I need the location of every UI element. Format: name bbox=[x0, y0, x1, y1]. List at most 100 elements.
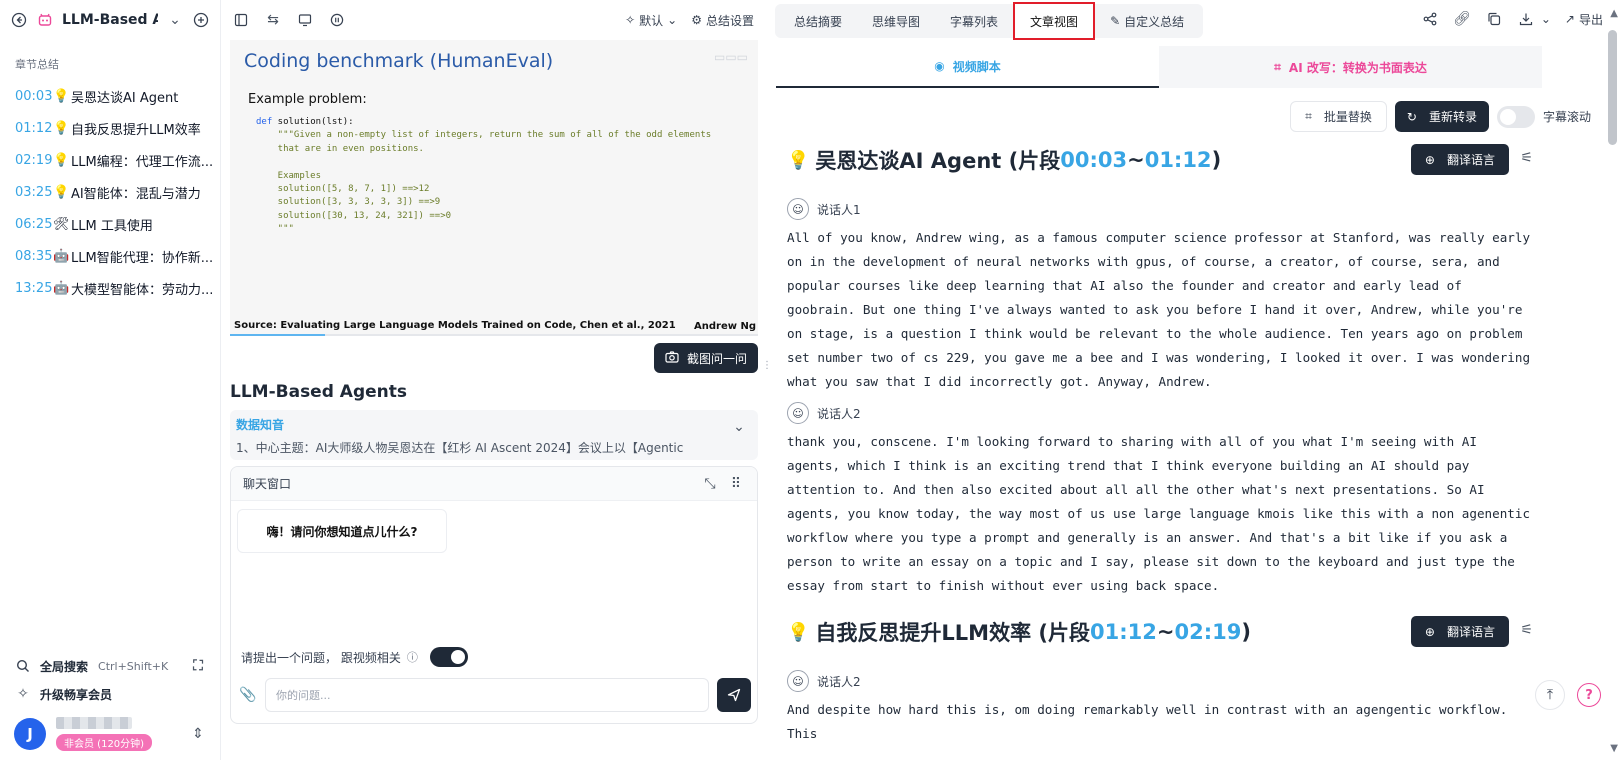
chevron-down-icon[interactable]: ⌄ bbox=[1541, 12, 1551, 26]
user-profile[interactable]: J 非会员 (120分钟) ⇕ bbox=[0, 708, 221, 760]
paperclip-icon[interactable]: 📎 bbox=[239, 686, 257, 704]
subtitle-scroll-label: 字幕滚动 bbox=[1542, 110, 1591, 124]
slide-code: def solution(lst): """Given a non-empty … bbox=[256, 116, 711, 237]
chapter-item[interactable]: 01:12 💡 自我反思提升LLM效率 bbox=[0, 112, 220, 144]
knowledge-title: 数据知音 bbox=[236, 418, 285, 432]
robot-icon: 🤖 bbox=[53, 280, 70, 296]
article-actions: 🔗︎ ⌄ ↗ 导出 bbox=[1421, 10, 1603, 28]
section-start-time[interactable]: 00:03 bbox=[1060, 148, 1127, 172]
video-progress-fill bbox=[230, 334, 326, 336]
scroll-down-icon[interactable]: ▼ bbox=[1610, 743, 1618, 754]
tab-custom-summary[interactable]: ✎ 自定义总结 bbox=[1095, 4, 1199, 38]
global-search-label: 全局搜索 bbox=[40, 659, 89, 674]
pause-icon[interactable] bbox=[328, 11, 346, 29]
screen-icon[interactable] bbox=[296, 11, 314, 29]
video-progress-bar[interactable] bbox=[230, 334, 758, 336]
section-title: 吴恩达谈AI Agent (片段 bbox=[815, 149, 1061, 173]
collapse-icon[interactable]: ⤡ bbox=[701, 475, 719, 493]
sparkle-icon: ✧ bbox=[17, 686, 29, 702]
chapter-section-label: 章节总结 bbox=[15, 58, 59, 71]
scroll-up-icon[interactable]: ▲ bbox=[1610, 8, 1618, 19]
summary-settings-button[interactable]: ⚙ 总结设置 bbox=[691, 12, 754, 29]
back-icon[interactable] bbox=[10, 11, 28, 29]
knowledge-card[interactable]: 数据知音 1、中心主题：AI大师级人物吴恩达在【红杉 AI Ascent 202… bbox=[230, 410, 758, 460]
speaker-avatar-icon: ☺ bbox=[787, 198, 809, 220]
slide-watermark: ▭▭▭ bbox=[713, 50, 748, 64]
summary-settings-label: 总结设置 bbox=[705, 13, 754, 28]
slide-title: Coding benchmark (HumanEval) bbox=[244, 50, 554, 72]
tab-subtitles[interactable]: 字幕列表 bbox=[935, 4, 1013, 38]
share-icon[interactable] bbox=[1421, 10, 1439, 28]
video-frame[interactable]: Coding benchmark (HumanEval) ▭▭▭ Example… bbox=[230, 40, 758, 336]
subtab-video-script[interactable]: ◉ 视频脚本 bbox=[776, 46, 1159, 88]
section-start-time[interactable]: 01:12 bbox=[1090, 620, 1157, 644]
copy-icon[interactable] bbox=[1485, 10, 1503, 28]
transcript-paragraph: All of you know, Andrew wing, as a famou… bbox=[787, 230, 1531, 389]
speaker-row: ☺ 说话人1 bbox=[787, 194, 1537, 224]
subtitle-scroll-toggle[interactable] bbox=[1496, 105, 1535, 128]
video-toolbar: ⇆ ✧ 默认 ⌄ ⚙ 总结设置 bbox=[222, 0, 764, 40]
export-icon: ↗ bbox=[1564, 12, 1575, 26]
section-end-time[interactable]: 02:19 bbox=[1174, 620, 1241, 644]
translate-label: 翻译语言 bbox=[1446, 625, 1495, 639]
section-end-time[interactable]: 01:12 bbox=[1145, 148, 1212, 172]
info-icon[interactable]: ⓘ bbox=[407, 649, 418, 665]
swap-icon[interactable]: ⇆ bbox=[264, 11, 282, 29]
globe-icon: ⊕ bbox=[1424, 152, 1435, 167]
video-related-toggle[interactable] bbox=[429, 647, 468, 667]
help-button[interactable]: ? bbox=[1577, 683, 1601, 707]
refresh-icon: ↻ bbox=[1406, 109, 1417, 124]
chevron-updown-icon[interactable]: ⇕ bbox=[189, 725, 207, 743]
back-to-top-button[interactable]: ⤒ bbox=[1535, 680, 1565, 710]
batch-replace-button[interactable]: ⌗ 批量替换 bbox=[1290, 101, 1387, 132]
video-heading: LLM-Based Agents bbox=[230, 382, 408, 402]
speaker-row: ☺ 说话人2 bbox=[787, 666, 1537, 696]
upgrade-link[interactable]: ✧ 升级畅享会员 bbox=[0, 680, 221, 708]
tab-article-view[interactable]: 文章视图 bbox=[1013, 2, 1096, 40]
expand-icon[interactable]: ⛶ bbox=[189, 657, 207, 675]
resize-handle[interactable]: ⋮ bbox=[762, 360, 772, 371]
global-search[interactable]: 全局搜索 Ctrl+Shift+K ⛶ bbox=[0, 652, 221, 680]
download-icon[interactable] bbox=[1517, 10, 1535, 28]
chapter-label: 吴恩达谈AI Agent bbox=[71, 90, 179, 106]
screenshot-ask-label: 截图问一问 bbox=[686, 351, 747, 366]
section-time-sep: ~ bbox=[1127, 148, 1145, 172]
sidebar-toggle-icon[interactable] bbox=[232, 11, 250, 29]
export-button[interactable]: ↗ 导出 bbox=[1565, 11, 1603, 28]
translate-label: 翻译语言 bbox=[1446, 153, 1495, 167]
script-subtabs: ◉ 视频脚本 ⌗ AI 改写：转换为书面表达 bbox=[776, 46, 1542, 88]
default-model-select[interactable]: ✧ 默认 ⌄ bbox=[625, 12, 677, 29]
subtab-ai-rewrite[interactable]: ⌗ AI 改写：转换为书面表达 bbox=[1159, 46, 1542, 88]
chapter-time: 02:19 bbox=[15, 152, 53, 168]
adjust-icon[interactable]: ⚟ bbox=[1520, 622, 1533, 638]
batch-replace-label: 批量替换 bbox=[1323, 110, 1372, 124]
chapter-item[interactable]: 00:03 💡 吴恩达谈AI Agent bbox=[0, 80, 220, 112]
chapter-label: LLM编程：代理工作流... bbox=[71, 154, 214, 170]
grid-icon[interactable]: ⠿ bbox=[727, 475, 745, 493]
tab-summary[interactable]: 总结摘要 bbox=[779, 4, 857, 38]
translate-button[interactable]: ⊕ 翻译语言 bbox=[1410, 616, 1509, 647]
send-button[interactable] bbox=[717, 678, 751, 712]
chapter-item[interactable]: 03:25 💡 AI智能体：混乱与潜力 bbox=[0, 176, 220, 208]
chevron-down-icon[interactable]: ⌄ bbox=[166, 11, 184, 29]
chat-window: 聊天窗口 ⤡ ⠿ 嗨！请问你想知道点儿什么? 请提出一个问题， 跟视频相关 ⓘ … bbox=[230, 466, 758, 724]
bulb-icon: 💡 bbox=[787, 149, 810, 171]
screenshot-ask-button[interactable]: 截图问一问 bbox=[654, 343, 758, 373]
chapter-item[interactable]: 02:19 💡 LLM编程：代理工作流... bbox=[0, 144, 220, 176]
adjust-icon[interactable]: ⚟ bbox=[1520, 150, 1533, 166]
chapter-item[interactable]: 13:25 🤖 大模型智能体：劳动力... bbox=[0, 272, 220, 304]
add-icon[interactable] bbox=[192, 11, 210, 29]
translate-button[interactable]: ⊕ 翻译语言 bbox=[1410, 144, 1509, 175]
retranscribe-button[interactable]: ↻ 重新转录 bbox=[1394, 101, 1489, 132]
sidebar: LLM-Based A... ⌄ 章节总结 00:03💡吴恩达谈AI Agent… bbox=[0, 0, 221, 760]
chevron-down-icon[interactable]: ⌄ bbox=[730, 418, 748, 436]
globe-icon: ⊕ bbox=[1424, 624, 1435, 639]
section-heading: 💡 自我反思提升LLM效率 (片段 01:12 ~02:19) ⊕ 翻译语言 ⚟ bbox=[787, 610, 1537, 654]
question-input[interactable]: 你的问题... bbox=[265, 678, 709, 712]
scrollbar-thumb[interactable] bbox=[1608, 30, 1617, 145]
link-icon[interactable]: 🔗︎ bbox=[1453, 10, 1471, 28]
tab-mindmap[interactable]: 思维导图 bbox=[857, 4, 935, 38]
chapter-item[interactable]: 08:35 🤖 LLM智能代理：协作新... bbox=[0, 240, 220, 272]
chapter-item[interactable]: 06:25 🛠 LLM 工具使用 bbox=[0, 208, 220, 240]
export-label: 导出 bbox=[1578, 12, 1603, 27]
